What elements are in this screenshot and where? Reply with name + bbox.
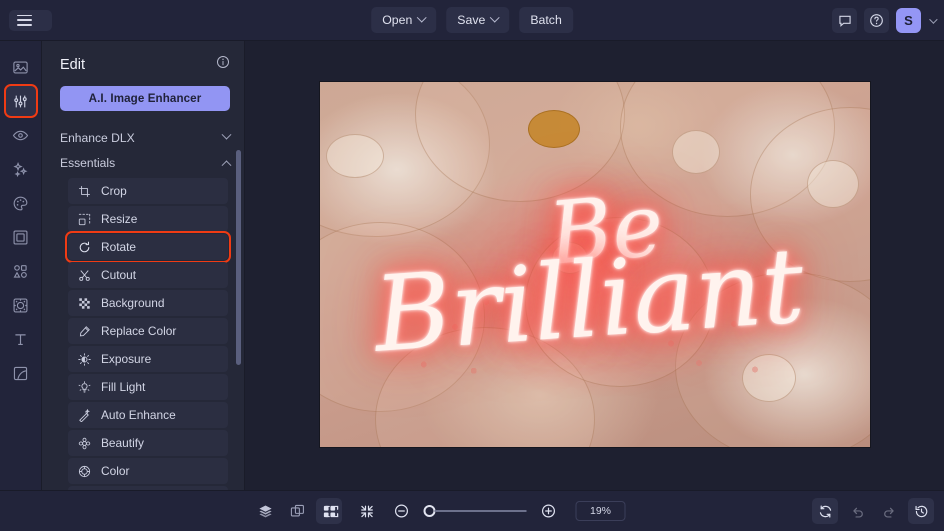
page-title: Edit bbox=[60, 56, 85, 73]
sidebar-item-layers[interactable] bbox=[6, 358, 36, 388]
tool-label: Replace Color bbox=[101, 324, 177, 338]
zoom-controls-group: 19% bbox=[319, 498, 626, 524]
tool-label: Fill Light bbox=[101, 380, 146, 394]
tool-label: Rotate bbox=[101, 240, 137, 254]
sidebar-item-paint[interactable] bbox=[6, 188, 36, 218]
layers-stack-icon[interactable] bbox=[252, 498, 278, 524]
batch-button[interactable]: Batch bbox=[519, 7, 573, 33]
actual-size-icon[interactable] bbox=[354, 498, 380, 524]
tool-fill-light[interactable]: Fill Light bbox=[68, 374, 228, 400]
sidebar-item-effects[interactable] bbox=[6, 154, 36, 184]
reset-icon[interactable] bbox=[812, 498, 838, 524]
help-icon[interactable] bbox=[864, 8, 889, 33]
save-label: Save bbox=[457, 13, 486, 27]
chevron-down-icon bbox=[221, 129, 232, 140]
tool-color[interactable]: Color bbox=[68, 458, 228, 484]
ai-image-enhancer-button[interactable]: A.I. Image Enhancer bbox=[60, 86, 230, 111]
zoom-out-icon[interactable] bbox=[389, 498, 415, 524]
chevron-down-icon bbox=[416, 12, 427, 23]
fit-screen-icon[interactable] bbox=[319, 498, 345, 524]
file-actions-group: Open Save Batch bbox=[371, 7, 573, 33]
flower-core bbox=[806, 159, 859, 208]
tool-replace-color[interactable]: Replace Color bbox=[68, 318, 228, 344]
tool-exposure[interactable]: Exposure bbox=[68, 346, 228, 372]
zoom-slider[interactable] bbox=[423, 505, 527, 517]
zoom-level-value[interactable]: 19% bbox=[575, 501, 626, 521]
section-essentials-label: Essentials bbox=[60, 155, 116, 170]
tool-crop[interactable]: Crop bbox=[68, 178, 228, 204]
tool-background[interactable]: Background bbox=[68, 290, 228, 316]
sidebar-item-text[interactable] bbox=[6, 324, 36, 354]
sidebar-item-shapes[interactable] bbox=[6, 256, 36, 286]
open-button[interactable]: Open bbox=[371, 7, 437, 33]
sidebar-item-stickers[interactable] bbox=[6, 290, 36, 320]
tool-beautify[interactable]: Beautify bbox=[68, 430, 228, 456]
feedback-icon[interactable] bbox=[832, 8, 857, 33]
chevron-down-icon[interactable] bbox=[929, 14, 938, 24]
tool-rotate[interactable]: Rotate bbox=[65, 231, 231, 263]
flower-core bbox=[671, 129, 720, 174]
tool-label: Exposure bbox=[101, 352, 152, 366]
tool-label: Resize bbox=[101, 212, 138, 226]
canvas-area[interactable]: Be Brilliant bbox=[245, 41, 944, 490]
tool-label: Cutout bbox=[101, 268, 137, 282]
tool-auto-enhance[interactable]: Auto Enhance bbox=[68, 402, 228, 428]
tool-label: Background bbox=[101, 296, 165, 310]
account-actions-group: S bbox=[832, 0, 938, 41]
section-essentials[interactable]: Essentials bbox=[42, 150, 244, 175]
editor-body: Edit A.I. Image Enhancer Enhance DLX Ess… bbox=[0, 41, 944, 490]
photo-editor-app: Open Save Batch S Edit A.I. Image Enhanc… bbox=[0, 0, 944, 531]
open-label: Open bbox=[382, 13, 413, 27]
app-menu-button[interactable] bbox=[9, 9, 52, 31]
tool-resize[interactable]: Resize bbox=[68, 206, 228, 232]
sidebar-item-frames[interactable] bbox=[6, 222, 36, 252]
sidebar-item-retouch[interactable] bbox=[6, 120, 36, 150]
tool-label: Crop bbox=[101, 184, 127, 198]
panel-header: Edit bbox=[42, 41, 244, 84]
chevron-up-icon bbox=[221, 160, 232, 171]
bottom-toolbar: 19% bbox=[0, 490, 944, 531]
sidebar-item-image[interactable] bbox=[6, 52, 36, 82]
tool-label: Color bbox=[101, 464, 130, 478]
petal-dots bbox=[649, 271, 790, 402]
zoom-in-icon[interactable] bbox=[536, 498, 562, 524]
tool-cutout[interactable]: Cutout bbox=[68, 262, 228, 288]
compare-icon[interactable] bbox=[284, 498, 310, 524]
edited-photo[interactable]: Be Brilliant bbox=[319, 81, 870, 447]
flower-core bbox=[527, 109, 580, 148]
tool-label: Beautify bbox=[101, 436, 144, 450]
zoom-slider-track[interactable] bbox=[434, 510, 527, 512]
petal-dots bbox=[379, 276, 505, 402]
chevron-down-icon bbox=[489, 12, 500, 23]
undo-icon[interactable] bbox=[844, 498, 870, 524]
history-actions-group bbox=[812, 498, 934, 524]
sidebar-item-adjust[interactable] bbox=[3, 84, 38, 118]
section-enhance-dlx[interactable]: Enhance DLX bbox=[42, 125, 244, 150]
tool-label: Auto Enhance bbox=[101, 408, 176, 422]
edit-panel: Edit A.I. Image Enhancer Enhance DLX Ess… bbox=[42, 41, 245, 490]
tool-sections: Enhance DLX Essentials Crop Resize Rotat… bbox=[42, 125, 244, 490]
redo-icon[interactable] bbox=[876, 498, 902, 524]
avatar[interactable]: S bbox=[896, 8, 921, 33]
flower-core bbox=[325, 133, 384, 178]
batch-label: Batch bbox=[530, 13, 562, 27]
history-icon[interactable] bbox=[908, 498, 934, 524]
flower-core bbox=[551, 241, 588, 274]
info-icon[interactable] bbox=[216, 55, 230, 74]
panel-scrollbar[interactable] bbox=[236, 150, 241, 365]
essentials-tool-list: Crop Resize Rotate Cutout Background Rep… bbox=[42, 175, 244, 490]
top-toolbar: Open Save Batch S bbox=[0, 0, 944, 41]
save-button[interactable]: Save bbox=[446, 7, 510, 33]
tool-rail bbox=[0, 41, 42, 490]
section-enhance-dlx-label: Enhance DLX bbox=[60, 130, 135, 145]
hamburger-icon bbox=[17, 14, 32, 26]
